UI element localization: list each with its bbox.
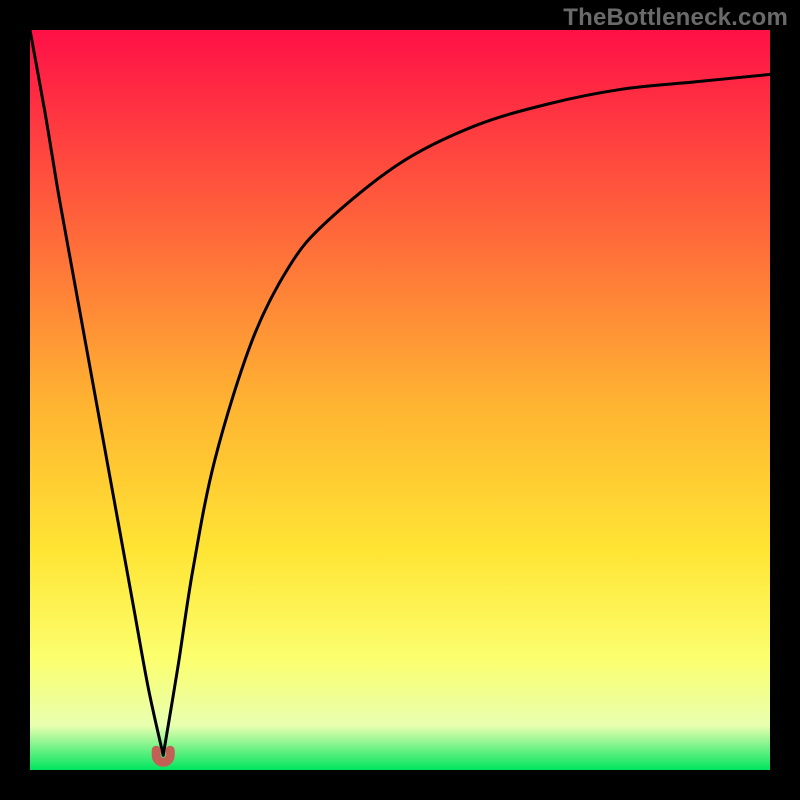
gradient-bg bbox=[30, 30, 770, 770]
chart-frame: TheBottleneck.com bbox=[0, 0, 800, 800]
watermark-text: TheBottleneck.com bbox=[563, 4, 788, 32]
chart-svg bbox=[30, 30, 770, 770]
